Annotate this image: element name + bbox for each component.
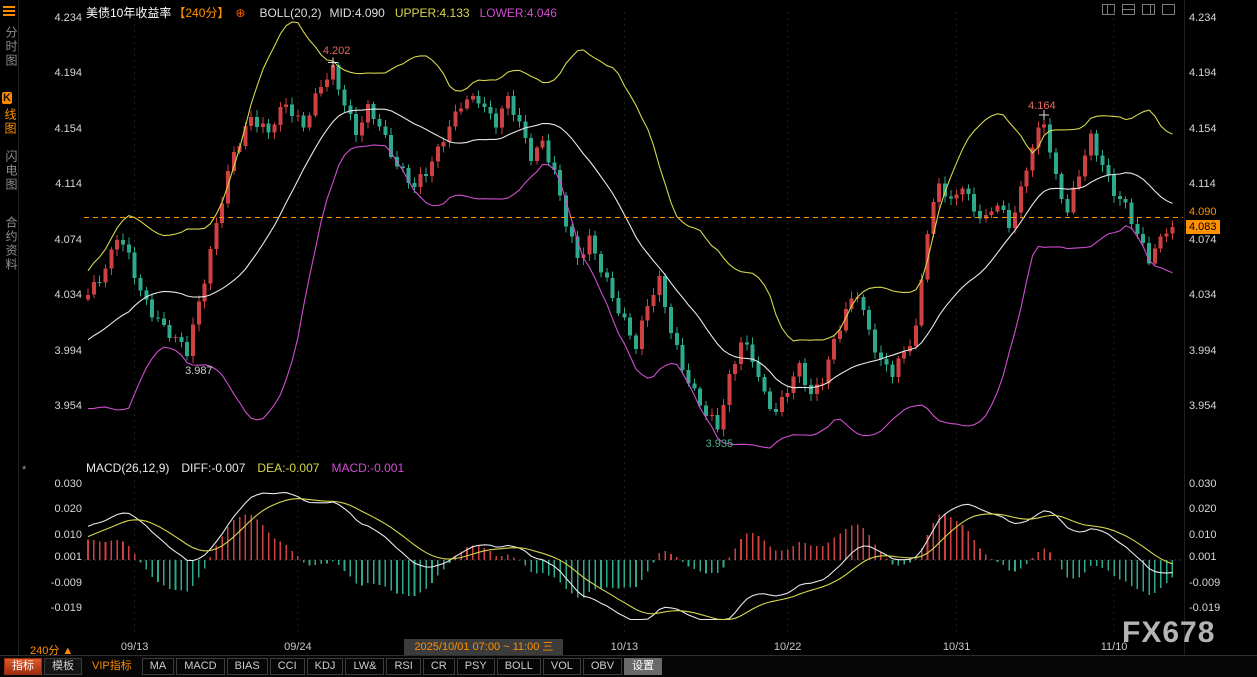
macd-axis-label-right: -0.019 [1189,602,1220,615]
price-axis-label-right: 4.074 [1189,234,1217,247]
tab-rsi[interactable]: RSI [386,658,420,675]
price-axis-label-right: 3.954 [1189,400,1217,413]
indicator-tab-strip: MAMACDBIASCCIKDJLW&RSICRPSYBOLLVOLOBV [140,658,622,675]
price-line-badge: 4.090 [1186,205,1220,219]
tab-obv[interactable]: OBV [583,658,622,675]
macd-axis-label-left: 0.030 [40,478,82,491]
price-axis-label-right: 4.234 [1189,12,1217,25]
last-price-badge: 4.083 [1186,220,1220,234]
tab-vol[interactable]: VOL [543,658,581,675]
macd-axis-label-right: 0.010 [1189,529,1217,542]
macd-dea-readout: DEA:-0.007 [257,461,319,475]
macd-axis-label-right: 0.030 [1189,478,1217,491]
price-axis-label-left: 4.074 [40,234,82,247]
price-axis-label-left: 4.154 [40,123,82,136]
price-axis-label-left: 4.114 [40,178,82,191]
tab-psy[interactable]: PSY [457,658,495,675]
price-annotation: 4.202 [323,45,351,58]
price-axis-label-left: 4.194 [40,67,82,80]
price-axis-label-right: 4.154 [1189,123,1217,136]
macd-header: MACD(26,12,9) DIFF:-0.007 DEA:-0.007 MAC… [86,461,404,475]
tab-settings[interactable]: 设置 [624,658,662,675]
price-annotation: 3.935 [706,438,734,451]
macd-axis-label-right: 0.020 [1189,503,1217,516]
crosshair-period-box: 2025/10/01 07:00 ~ 11:00 三 [404,639,563,655]
tab-macd[interactable]: MACD [176,658,224,675]
macd-axis-label-left: -0.009 [40,577,82,590]
macd-axis-label-left: -0.019 [40,602,82,615]
x-axis-date-label: 10/31 [929,641,985,654]
tab-kdj[interactable]: KDJ [307,658,344,675]
macd-value-readout: MACD:-0.001 [331,461,404,475]
price-annotation: 3.987 [185,365,213,378]
x-axis-date-label: 11/10 [1086,641,1142,654]
chart-plot-area[interactable] [0,0,1257,677]
price-axis-label-right: 4.114 [1189,178,1216,191]
footer-toolbar: 指标 模板 VIP指标 MAMACDBIASCCIKDJLW&RSICRPSYB… [0,655,1257,677]
macd-axis-label-left: 0.001 [40,551,82,564]
price-axis-label-left: 3.954 [40,400,82,413]
price-axis-label-left: 3.994 [40,345,82,358]
tab-bias[interactable]: BIAS [227,658,268,675]
price-axis-label-right: 4.194 [1189,67,1217,80]
tab-vip-indicators[interactable]: VIP指标 [84,658,140,675]
price-axis-label-right: 3.994 [1189,345,1217,358]
tab-template[interactable]: 模板 [44,658,82,675]
macd-diff-readout: DIFF:-0.007 [181,461,245,475]
tab-boll[interactable]: BOLL [497,658,541,675]
x-axis-date-label: 09/13 [107,641,163,654]
x-axis-date-label: 10/13 [596,641,652,654]
tab-indicators[interactable]: 指标 [4,658,42,675]
price-axis-label-right: 4.034 [1189,289,1217,302]
macd-axis-label-right: 0.001 [1189,551,1217,564]
tab-cci[interactable]: CCI [270,658,305,675]
x-axis-date-label: 09/24 [270,641,326,654]
price-axis-label-left: 4.234 [40,12,82,25]
x-axis-date-label: 10/22 [760,641,816,654]
tab-cr[interactable]: CR [423,658,455,675]
price-annotation: 4.164 [1028,100,1056,113]
chart-window: 分时图 K 线图 闪电图 合约资料 美债10年收益率 【240分】 ⊕ BOLL… [0,0,1257,677]
macd-axis-label-left: 0.020 [40,503,82,516]
macd-axis-label-left: 0.010 [40,529,82,542]
indicator-icon[interactable]: * [22,464,26,477]
macd-label: MACD(26,12,9) [86,461,169,475]
price-axis-label-left: 4.034 [40,289,82,302]
tab-lw[interactable]: LW& [345,658,384,675]
tab-ma[interactable]: MA [142,658,175,675]
macd-axis-label-right: -0.009 [1189,577,1220,590]
